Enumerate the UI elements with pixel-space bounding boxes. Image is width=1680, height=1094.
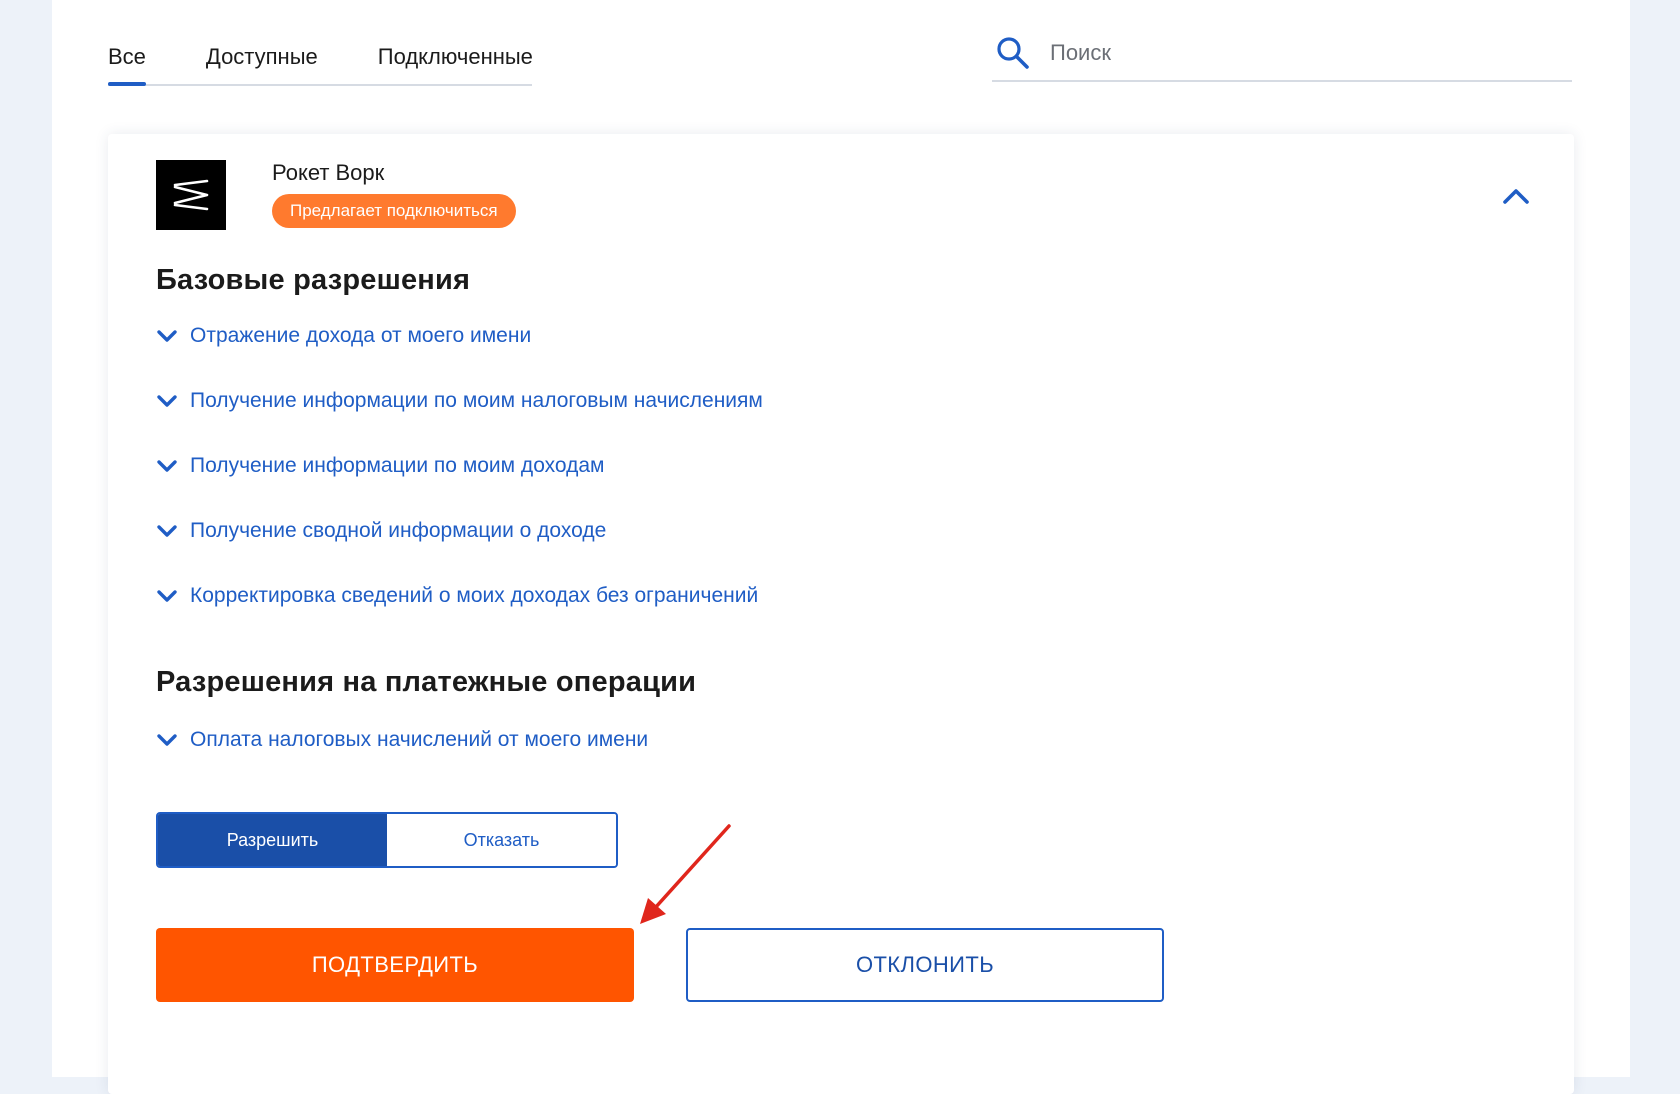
permission-label: Получение информации по моим налоговым н… [190,389,763,412]
permission-item[interactable]: Получение сводной информации о доходе [156,519,606,543]
permission-item[interactable]: Оплата налоговых начислений от моего име… [156,728,648,752]
chevron-down-icon [156,520,178,542]
collapse-button[interactable] [1498,178,1534,214]
search-icon[interactable] [996,36,1030,70]
chevron-down-icon [156,390,178,412]
status-badge: Предлагает подключиться [272,194,516,228]
chevron-down-icon [156,455,178,477]
tab-connected[interactable]: Подключенные [378,36,533,82]
app-name: Рокет Ворк [272,160,385,185]
permission-label: Отражение дохода от моего имени [190,324,532,347]
chevron-down-icon [156,325,178,347]
chevron-down-icon [156,585,178,607]
permission-label: Получение сводной информации о доходе [190,519,607,542]
filter-tabs: Все Доступные Подключенные [108,36,533,86]
main-panel: Все Доступные Подключенные Рокет Ворк Пр… [52,0,1630,1094]
chevron-up-icon [1503,189,1529,204]
rocket-work-logo-icon [156,160,226,230]
permission-item[interactable]: Отражение дохода от моего имени [156,324,531,348]
permission-item[interactable]: Получение информации по моим налоговым н… [156,389,763,413]
permission-toggle: Разрешить Отказать [156,812,618,868]
payment-permissions-title: Разрешения на платежные операции [156,666,697,698]
basic-permissions-title: Базовые разрешения [156,264,471,296]
search-bar [992,26,1572,82]
chevron-down-icon [156,729,178,751]
permission-item[interactable]: Получение информации по моим доходам [156,454,604,478]
allow-toggle-button[interactable]: Разрешить [158,814,387,866]
deny-toggle-button[interactable]: Отказать [387,814,616,866]
confirm-button[interactable]: ПОДТВЕРДИТЬ [156,928,634,1002]
search-input[interactable] [1048,39,1552,67]
permission-label: Оплата налоговых начислений от моего име… [190,728,649,751]
permission-label: Получение информации по моим доходам [190,454,605,477]
permission-item[interactable]: Корректировка сведений о моих доходах бе… [156,584,758,608]
service-card: Рокет Ворк Предлагает подключиться Базов… [108,134,1574,1094]
reject-button[interactable]: ОТКЛОНИТЬ [686,928,1164,1002]
tab-available[interactable]: Доступные [206,36,318,82]
tab-all[interactable]: Все [108,36,146,86]
permission-label: Корректировка сведений о моих доходах бе… [190,584,759,607]
